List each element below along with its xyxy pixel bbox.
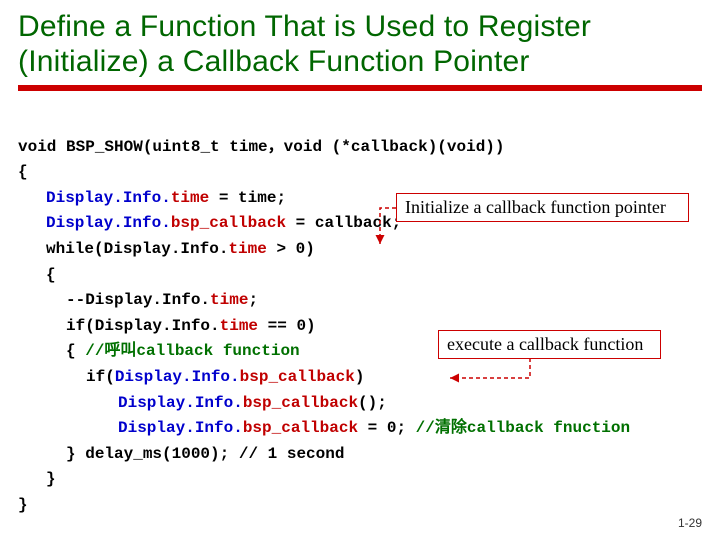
slide-number: 1-29	[678, 516, 702, 530]
code-line-if-callback: if(Display.Info.bsp_callback)	[18, 365, 364, 391]
slide-title: Define a Function That is Used to Regist…	[18, 10, 702, 79]
code-line-while: while(Display.Info.time > 0)	[18, 237, 315, 263]
code-line-if-open: { //呼叫callback function	[18, 339, 300, 365]
callout-execute: execute a callback function	[438, 330, 661, 359]
code-line-brace-open: {	[18, 163, 28, 181]
code-line-while-open: {	[18, 263, 56, 289]
slide: Define a Function That is Used to Regist…	[0, 0, 720, 540]
code-line-assign-time: Display.Info.time = time;	[18, 186, 286, 212]
code-line-call-callback: Display.Info.bsp_callback();	[18, 391, 387, 417]
code-line-assign-callback: Display.Info.bsp_callback = callback;	[18, 211, 401, 237]
code-line-if-time: if(Display.Info.time == 0)	[18, 314, 316, 340]
code-line-decr: --Display.Info.time;	[18, 288, 258, 314]
code-block: void BSP_SHOW(uint8_t time，void (*callba…	[18, 109, 702, 540]
code-line-clear-callback: Display.Info.bsp_callback = 0; //清除callb…	[18, 416, 630, 442]
title-rule	[18, 85, 702, 91]
code-line-while-close: }	[18, 467, 56, 493]
code-line-brace-close: }	[18, 496, 28, 514]
code-line-signature: void BSP_SHOW(uint8_t time，void (*callba…	[18, 138, 505, 156]
code-line-if-close: } delay_ms(1000); // 1 second	[18, 442, 344, 468]
callout-initialize: Initialize a callback function pointer	[396, 193, 689, 222]
